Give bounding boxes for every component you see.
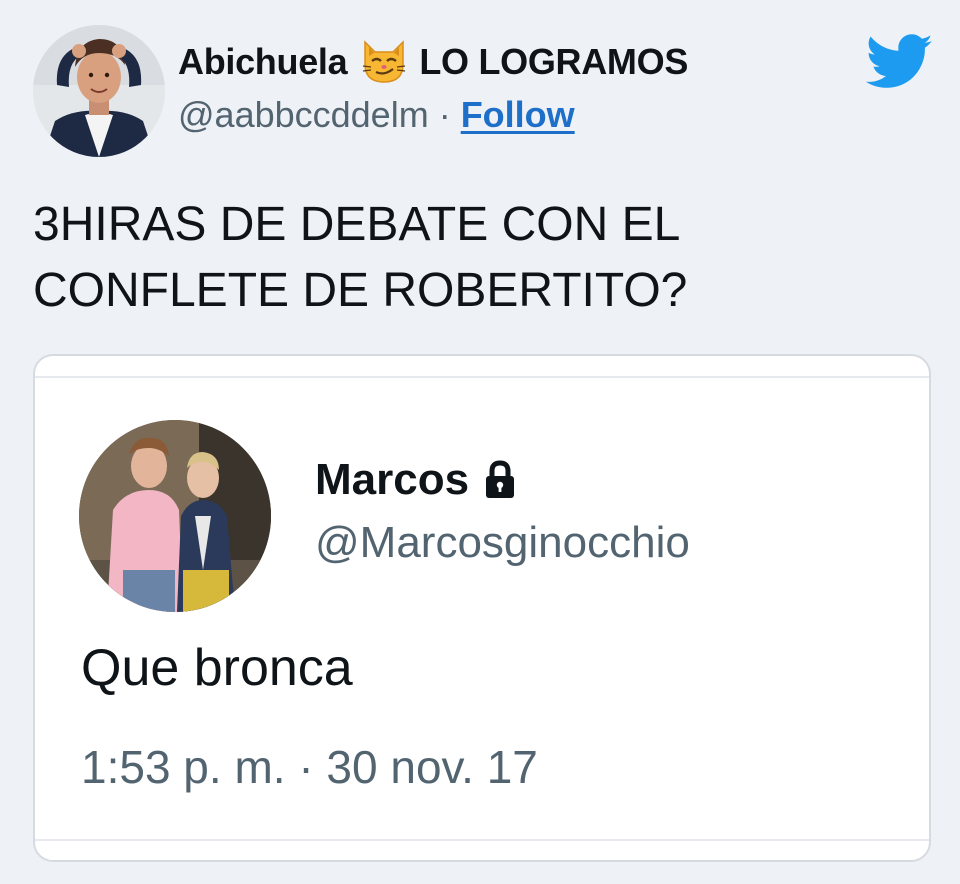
tweet-text: 3HIRAS DE DEBATE CON EL CONFLETE DE ROBE… <box>33 198 688 317</box>
divider <box>35 839 929 841</box>
quoted-tweet-text: Que bronca <box>81 639 353 697</box>
follow-button[interactable]: Follow <box>461 94 575 136</box>
author-handle[interactable]: @aabbccddelm <box>178 94 429 136</box>
tweet-card: Abichuela LO LOGRAMOS @aabbccddelm · Fol… <box>0 0 960 884</box>
quoted-author-name-row[interactable]: Marcos <box>315 452 517 508</box>
smirking-cat-icon <box>359 38 409 86</box>
quoted-tweet-timestamp[interactable]: 1:53 p. m. · 30 nov. 17 <box>81 740 538 794</box>
lock-icon <box>483 460 517 500</box>
author-name-row[interactable]: Abichuela LO LOGRAMOS <box>178 38 688 86</box>
separator-dot: · <box>438 94 451 135</box>
quoted-author-display-name: Marcos <box>315 455 470 504</box>
author-display-name: Abichuela <box>178 41 348 82</box>
quoted-tweet-card[interactable]: Marcos @Marcosginocchio Que bronca 1:53 … <box>33 354 931 862</box>
twitter-bird-icon[interactable] <box>865 34 934 90</box>
quoted-author-handle[interactable]: @Marcosginocchio <box>315 518 690 568</box>
divider <box>35 376 929 378</box>
author-avatar[interactable] <box>33 25 165 157</box>
author-display-name-suffix: LO LOGRAMOS <box>419 41 689 82</box>
author-handle-row: @aabbccddelm · Follow <box>178 92 575 138</box>
quoted-author-avatar[interactable] <box>79 420 271 612</box>
